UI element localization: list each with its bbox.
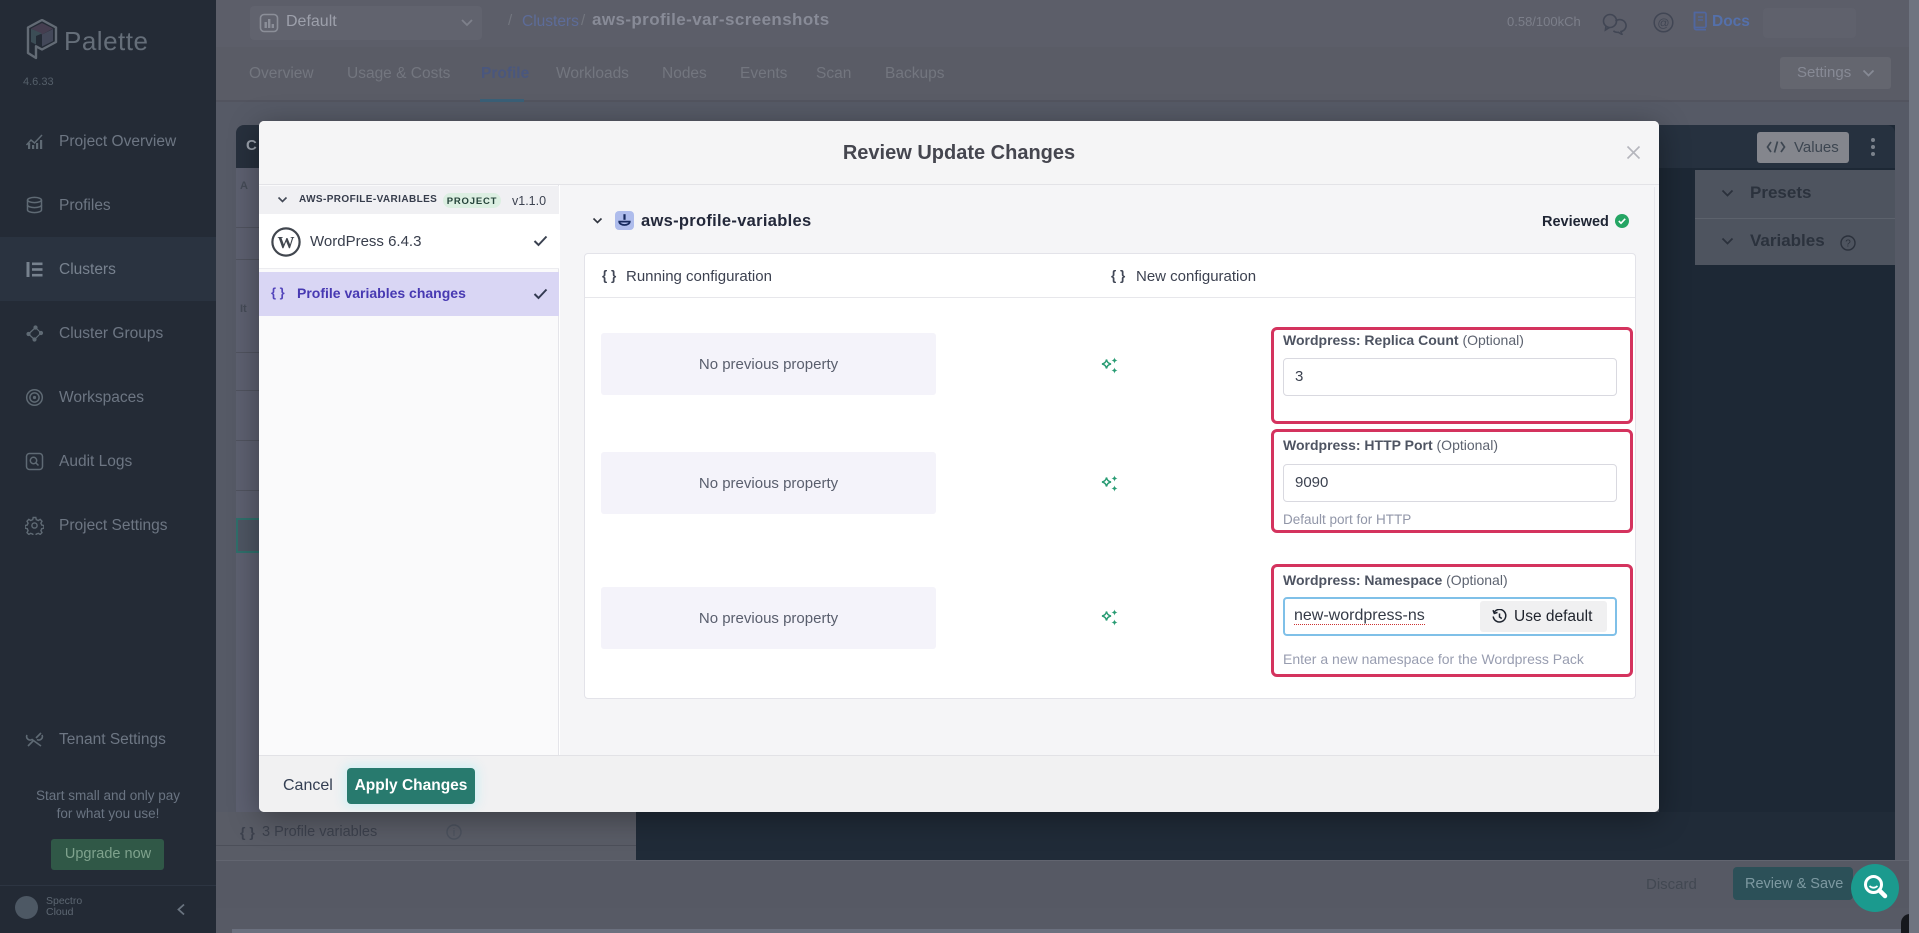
svg-text:?: ? — [1845, 239, 1851, 250]
svg-text:@: @ — [1657, 16, 1669, 30]
svg-text:i: i — [453, 827, 455, 839]
svg-text:W: W — [278, 233, 295, 252]
